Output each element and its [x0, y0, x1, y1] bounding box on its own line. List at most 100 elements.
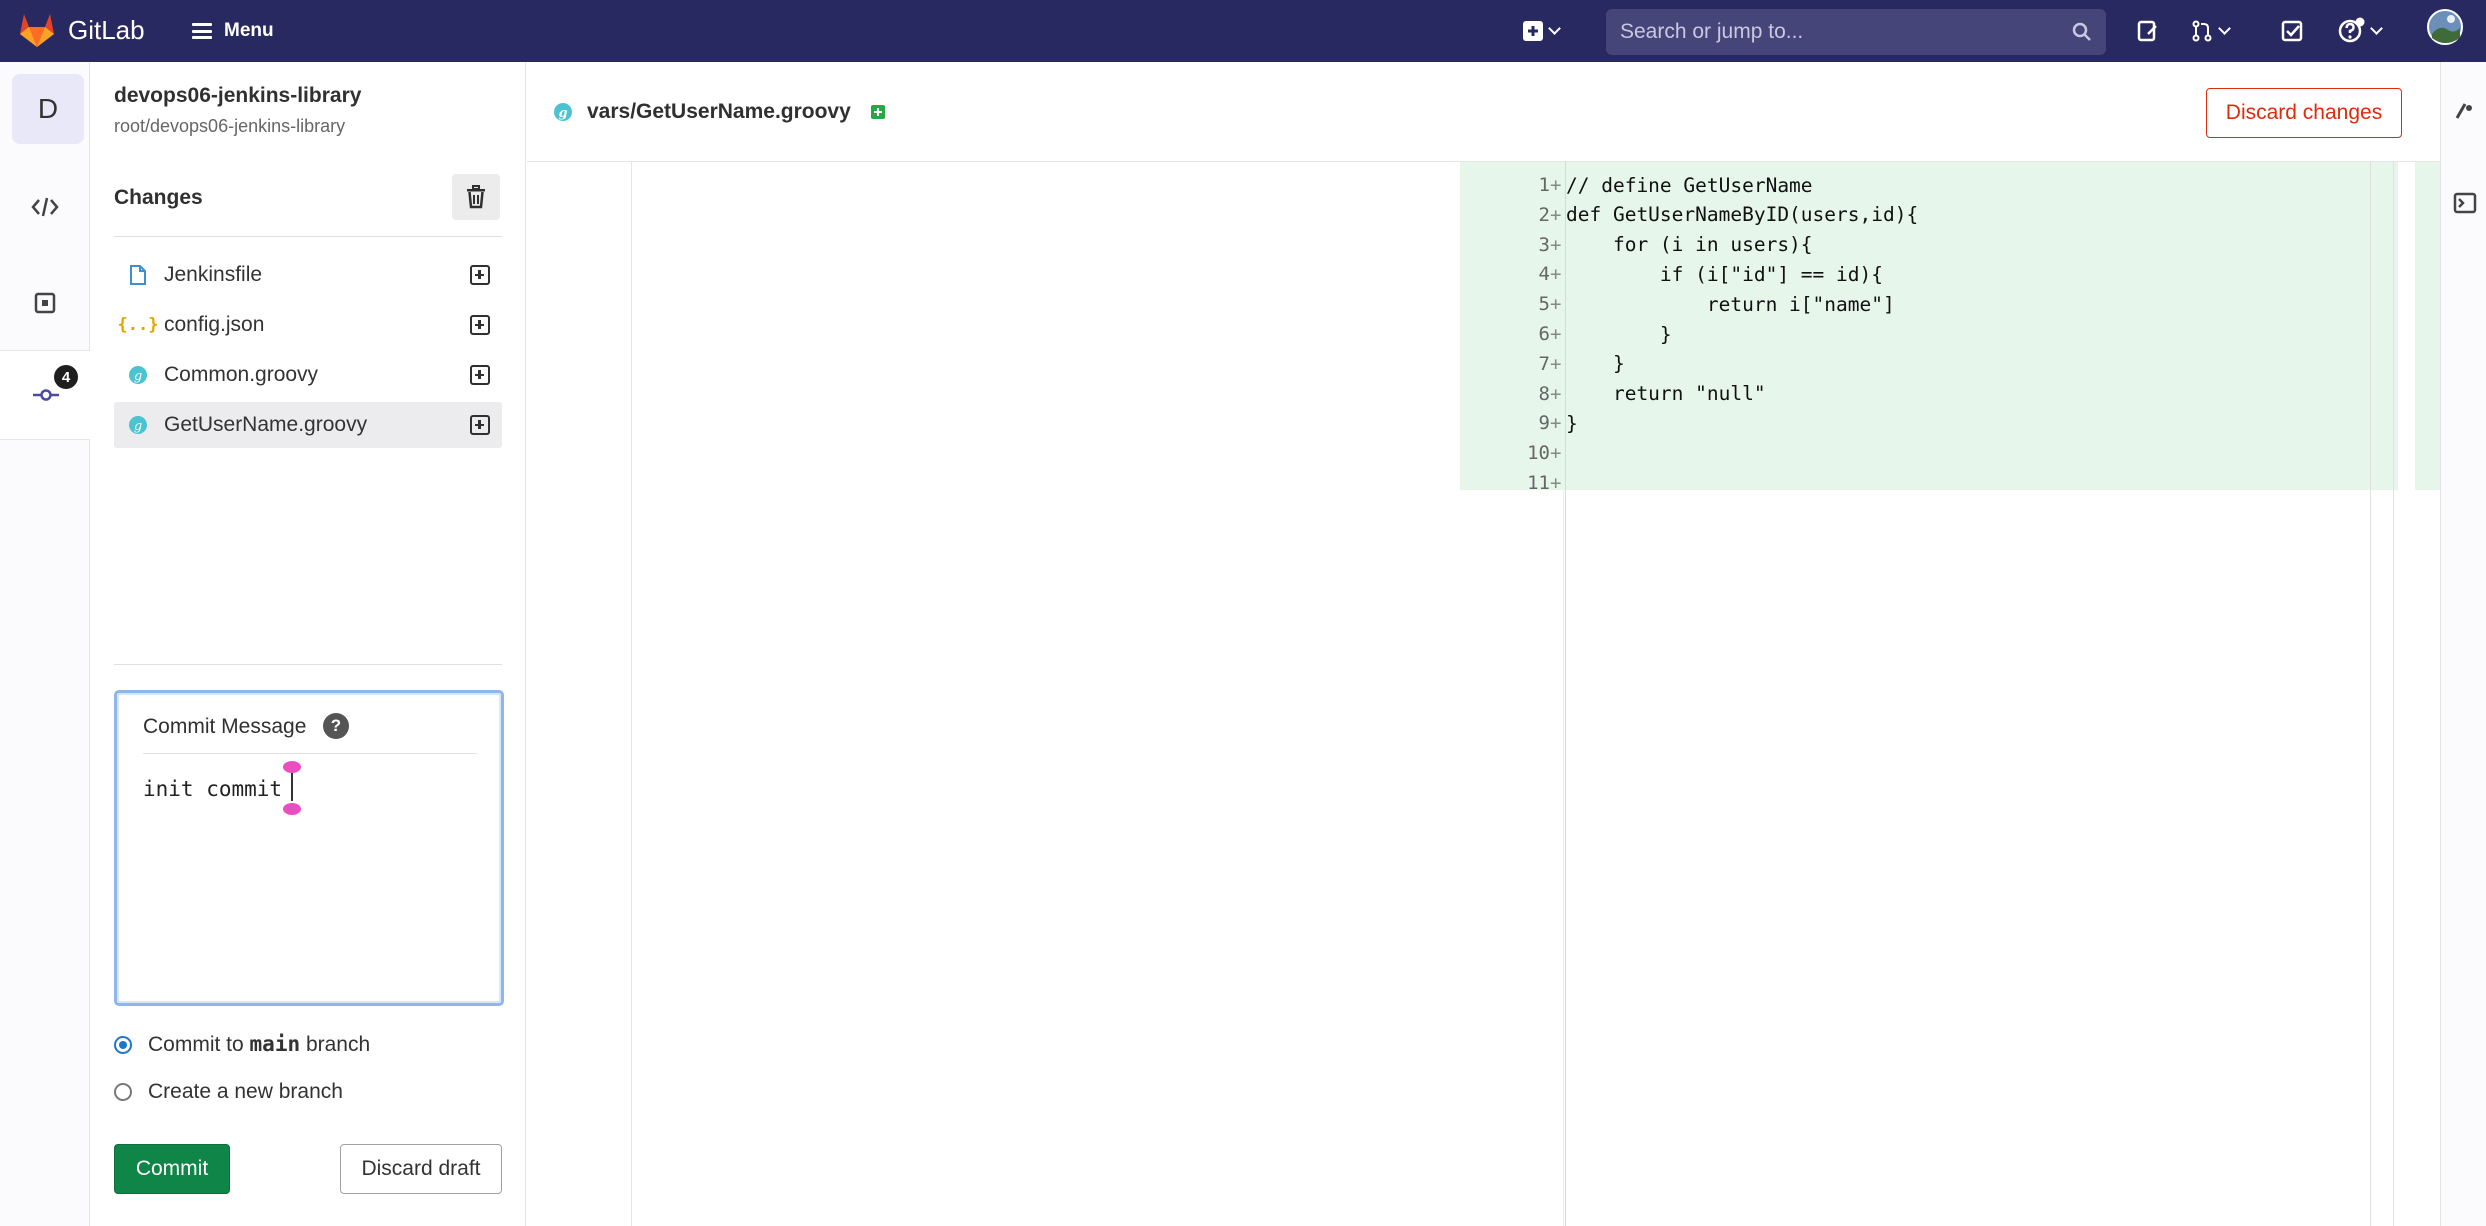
- added-line-marker-icon: +: [1550, 352, 1562, 375]
- new-branch-option[interactable]: Create a new branch: [114, 1080, 343, 1104]
- editor-header: g vars/GetUserName.groovy Discard change…: [527, 62, 2440, 162]
- added-line-marker-icon: +: [1550, 412, 1562, 435]
- code-line[interactable]: 1 +// define GetUserName: [1460, 170, 2360, 200]
- file-icon: [128, 264, 148, 286]
- line-number: 1: [1538, 174, 1550, 196]
- help-dropdown[interactable]: [2338, 16, 2383, 46]
- commit-message-field[interactable]: Commit Message ? init commit: [114, 690, 504, 1006]
- pipeline-icon[interactable]: [2453, 100, 2477, 127]
- file-name: Jenkinsfile: [164, 263, 263, 286]
- hamburger-icon: [192, 23, 212, 39]
- discard-all-button[interactable]: [452, 174, 500, 220]
- commit-mode-button[interactable]: 4: [0, 350, 91, 440]
- user-avatar[interactable]: [2426, 9, 2464, 45]
- radio-button[interactable]: [114, 1083, 132, 1101]
- code-line[interactable]: 3 + for (i in users){: [1460, 230, 2360, 260]
- json-icon: {..}: [117, 315, 159, 335]
- text-cursor: [291, 771, 293, 801]
- commit-button[interactable]: Commit: [114, 1144, 230, 1194]
- todo-check-icon: [2281, 20, 2303, 42]
- code-line[interactable]: 9 +}: [1460, 408, 2360, 438]
- code-line[interactable]: 5 + return i["name"]: [1460, 289, 2360, 319]
- menu-button[interactable]: Menu: [192, 14, 274, 48]
- review-mode-button[interactable]: [0, 258, 90, 348]
- plus-square-icon: [1523, 21, 1543, 41]
- search-input[interactable]: Search or jump to...: [1606, 9, 2106, 55]
- added-line-marker-icon: +: [1550, 263, 1562, 286]
- discard-changes-button[interactable]: Discard changes: [2206, 88, 2402, 138]
- todos-button[interactable]: [2280, 16, 2304, 46]
- changed-file-row[interactable]: {..} config.json: [114, 302, 502, 348]
- branch-name: main: [249, 1032, 301, 1056]
- changed-file-row[interactable]: g Common.groovy: [114, 352, 502, 398]
- help-icon[interactable]: ?: [323, 713, 349, 739]
- code-text: }: [1566, 411, 1578, 435]
- svg-text:g: g: [134, 419, 142, 434]
- commit-to-branch-option[interactable]: Commit to main branch: [114, 1032, 370, 1057]
- edit-mode-button[interactable]: [0, 162, 90, 252]
- code-line[interactable]: 8 + return "null": [1460, 379, 2360, 409]
- commit-message-text[interactable]: init commit: [143, 777, 282, 801]
- groovy-icon: g: [554, 103, 572, 121]
- commit-to-label: Commit to main branch: [148, 1032, 371, 1056]
- line-number: 9: [1538, 412, 1550, 435]
- line-number: 2: [1538, 203, 1550, 226]
- selection-handle-bottom[interactable]: [283, 803, 301, 815]
- file-tab[interactable]: g vars/GetUserName.groovy: [553, 100, 885, 124]
- discard-draft-button[interactable]: Discard draft: [340, 1144, 502, 1194]
- code-text: }: [1566, 352, 1625, 376]
- code-text: def GetUserNameByID(users,id){: [1566, 203, 1919, 227]
- code-text: // define GetUserName: [1566, 173, 1813, 197]
- added-line-marker-icon: +: [1550, 233, 1562, 256]
- issues-button[interactable]: [2136, 16, 2160, 46]
- top-navbar: GitLab Menu Search or jump to...: [0, 0, 2486, 62]
- stage-file-button[interactable]: [470, 365, 490, 385]
- added-line-marker-icon: +: [1550, 293, 1562, 316]
- code-text: return i["name"]: [1566, 292, 1895, 316]
- code-line[interactable]: 10 +: [1460, 438, 2360, 468]
- code-text: for (i in users){: [1566, 233, 1813, 257]
- gitlab-logo[interactable]: GitLab: [18, 12, 145, 48]
- selection-handle-top[interactable]: [283, 761, 301, 773]
- stage-file-button[interactable]: [470, 415, 490, 435]
- merge-requests-dropdown[interactable]: [2190, 16, 2231, 46]
- added-line-marker-icon: +: [1550, 323, 1562, 345]
- chevron-down-icon: [2218, 22, 2231, 35]
- code-line[interactable]: 7 + }: [1460, 349, 2360, 379]
- terminal-icon[interactable]: [2453, 192, 2477, 219]
- line-number: 8: [1538, 382, 1550, 405]
- added-line-marker-icon: +: [1550, 472, 1562, 494]
- chevron-down-icon: [1548, 22, 1561, 35]
- code-line[interactable]: 2 + def GetUserNameByID(users,id){: [1460, 200, 2360, 230]
- create-new-dropdown[interactable]: [1522, 16, 1561, 46]
- groovy-icon: g: [128, 414, 148, 436]
- project-avatar[interactable]: D: [12, 74, 84, 144]
- code-line[interactable]: 11 +: [1460, 468, 2360, 498]
- code-line[interactable]: 4 + if (i["id"] == id){: [1460, 259, 2360, 289]
- file-name: Common.groovy: [164, 363, 319, 386]
- chevron-down-icon: [2370, 22, 2383, 35]
- commit-icon: [32, 389, 59, 401]
- changed-file-row[interactable]: g GetUserName.groovy: [114, 402, 502, 448]
- code-line[interactable]: 6 + }: [1460, 319, 2360, 349]
- original-gutter: [527, 162, 632, 1226]
- project-path: root/devops06-jenkins-library: [114, 116, 346, 136]
- line-number: 10: [1527, 442, 1550, 465]
- new-file-icon: [870, 105, 885, 119]
- svg-text:g: g: [558, 106, 567, 121]
- stage-file-button[interactable]: [470, 315, 490, 335]
- project-name[interactable]: devops06-jenkins-library: [114, 84, 361, 108]
- changes-title: Changes: [114, 186, 203, 209]
- svg-text:g: g: [134, 369, 142, 384]
- divider: [114, 236, 502, 237]
- diff-editor[interactable]: 1 +// define GetUserName 2 + def GetUserName…: [527, 162, 2441, 1226]
- file-name: GetUserName.groovy: [164, 413, 368, 436]
- editor-scrollbar[interactable]: [2370, 162, 2394, 1226]
- gitlab-tanuki-icon: [20, 14, 54, 47]
- changed-file-row[interactable]: Jenkinsfile: [114, 252, 502, 298]
- new-branch-label: Create a new branch: [148, 1080, 343, 1103]
- radio-button-checked[interactable]: [114, 1035, 132, 1054]
- help-icon: [2338, 17, 2365, 43]
- stage-file-button[interactable]: [470, 265, 490, 285]
- code-text: }: [1566, 322, 1672, 346]
